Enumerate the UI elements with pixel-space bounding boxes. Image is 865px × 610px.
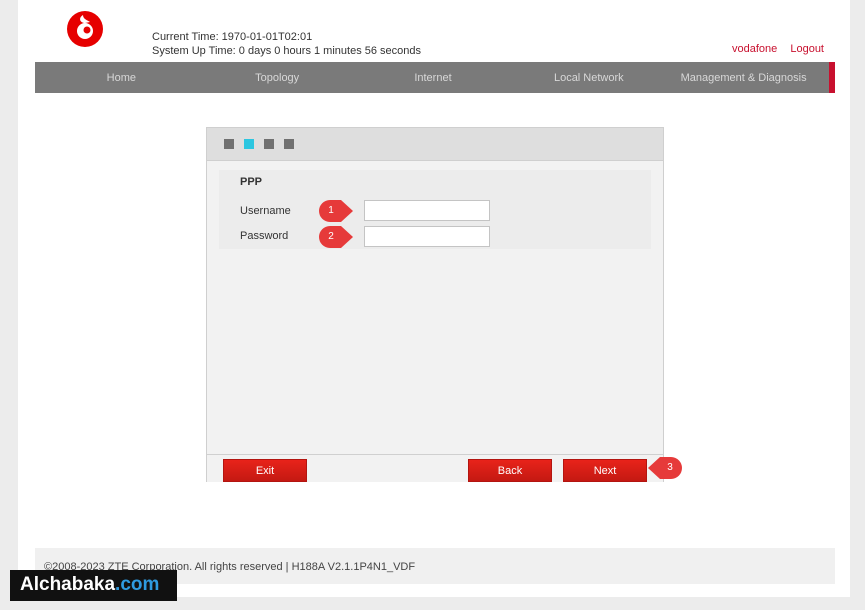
username-label: Username — [240, 205, 291, 217]
marker-number: 3 — [667, 462, 673, 473]
wizard-step-1 — [224, 139, 234, 149]
user-link[interactable]: vodafone — [732, 43, 777, 55]
system-info: Current Time: 1970-01-01T02:01 System Up… — [152, 30, 421, 58]
setup-wizard-panel: PPP Username Password 1 2 Exit Back Next — [206, 127, 664, 482]
nav-internet[interactable]: Internet — [347, 72, 520, 84]
nav-home[interactable]: Home — [35, 72, 208, 84]
exit-button[interactable]: Exit — [223, 459, 307, 482]
wizard-step-4 — [284, 139, 294, 149]
next-button[interactable]: Next — [563, 459, 647, 482]
annotation-marker-1: 1 — [319, 200, 353, 222]
top-links: vodafone Logout — [722, 43, 824, 55]
password-label: Password — [240, 230, 289, 242]
watermark-suffix: .com — [115, 574, 160, 595]
watermark-name: Alchabaka — [20, 574, 116, 595]
current-time: Current Time: 1970-01-01T02:01 — [152, 31, 313, 43]
nav-local-network[interactable]: Local Network — [519, 72, 658, 84]
site-watermark: Alchabaka.com — [10, 570, 177, 601]
password-input[interactable] — [364, 226, 490, 247]
wizard-step-3 — [264, 139, 274, 149]
wizard-step-2-active — [244, 139, 254, 149]
main-navigation: Home Topology Internet Local Network Man… — [35, 62, 835, 93]
wizard-button-bar: Exit Back Next — [207, 454, 663, 482]
logout-link[interactable]: Logout — [790, 43, 824, 55]
vodafone-logo — [67, 11, 103, 47]
ppp-section: PPP Username Password — [219, 170, 651, 249]
system-uptime: System Up Time: 0 days 0 hours 1 minutes… — [152, 45, 422, 57]
marker-number: 1 — [328, 205, 334, 216]
annotation-marker-2: 2 — [319, 226, 353, 248]
username-input[interactable] — [364, 200, 490, 221]
annotation-marker-3: 3 — [648, 457, 682, 479]
back-button[interactable]: Back — [468, 459, 552, 482]
router-admin-page: Current Time: 1970-01-01T02:01 System Up… — [18, 0, 850, 597]
marker-number: 2 — [328, 231, 334, 242]
wizard-step-indicator — [207, 128, 663, 161]
section-title: PPP — [240, 176, 263, 188]
nav-management-diagnosis[interactable]: Management & Diagnosis — [658, 72, 829, 84]
nav-topology[interactable]: Topology — [208, 72, 347, 84]
